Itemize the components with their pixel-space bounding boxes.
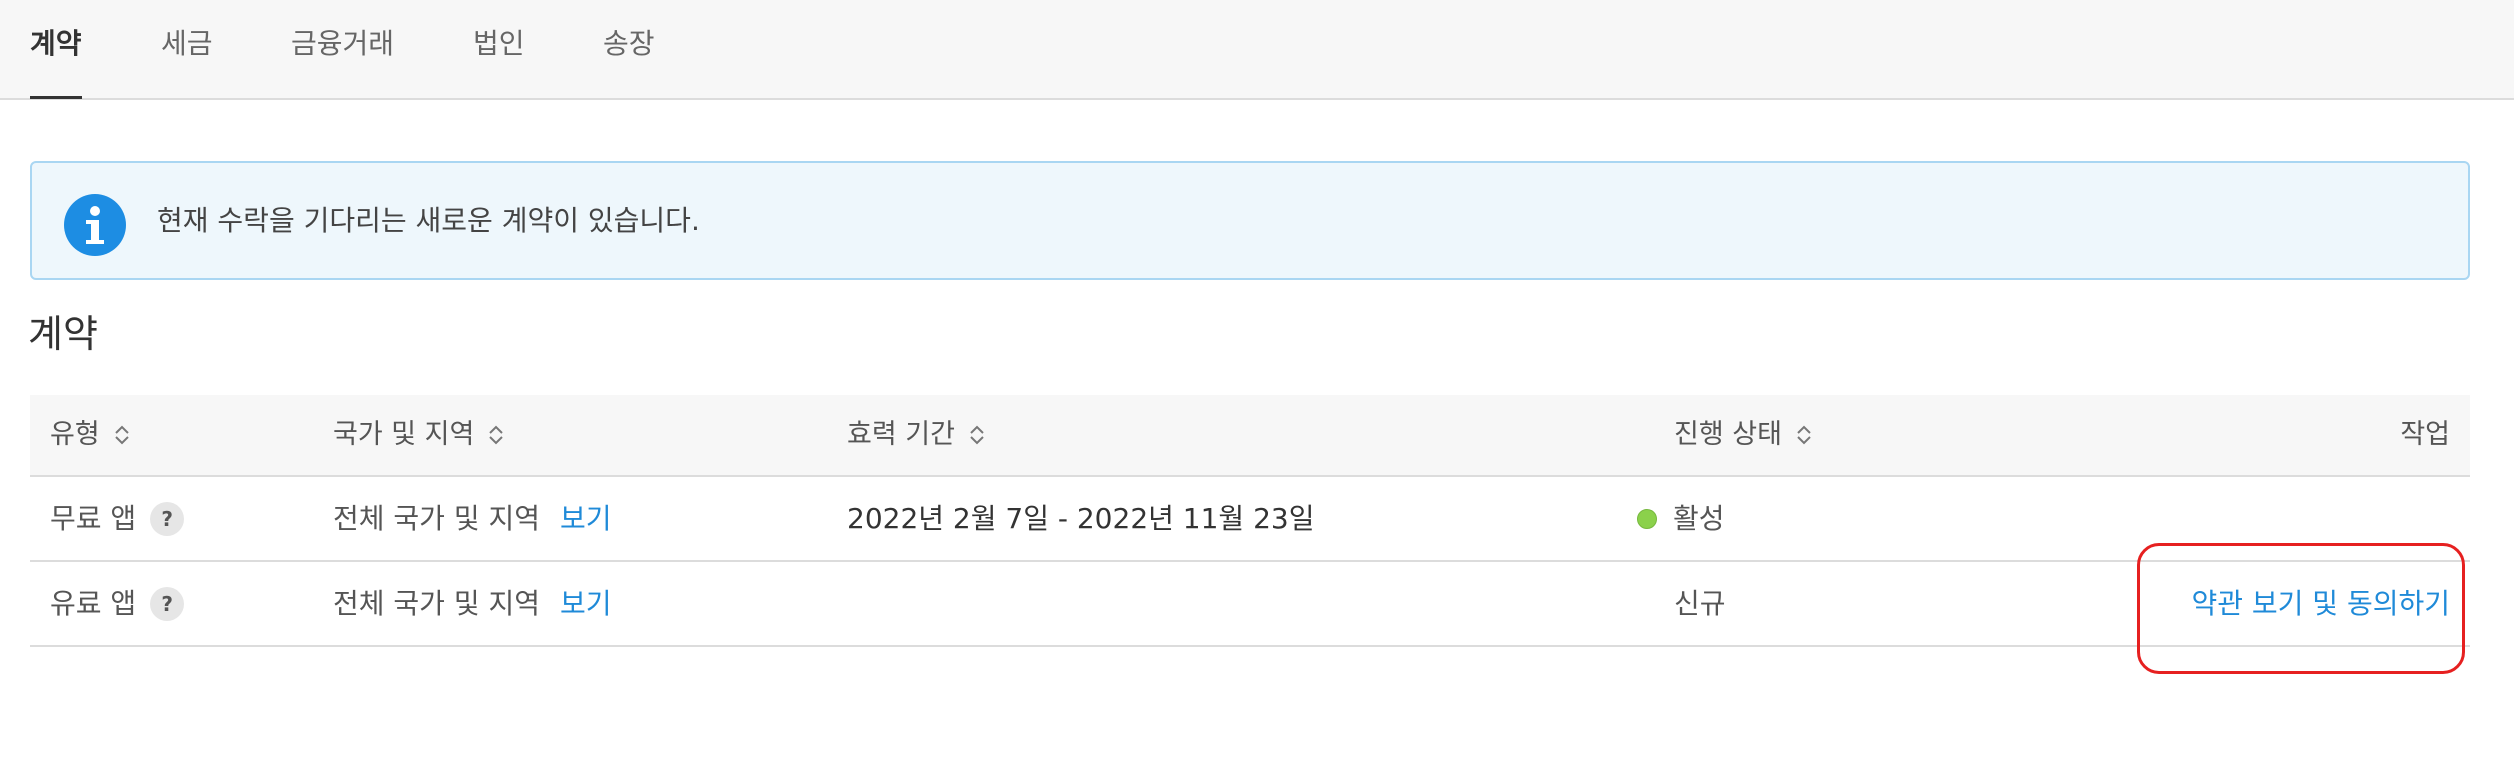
table-row: 유료 앱 ? 전체 국가 및 지역 보기 신규 약관 보기 및 동의하기 — [30, 562, 2470, 647]
column-header-type-label: 유형 — [50, 419, 100, 450]
cell-region: 전체 국가 및 지역 보기 — [333, 584, 612, 624]
tab-banking[interactable]: 금융거래 — [291, 24, 394, 64]
region-label: 전체 국가 및 지역 — [333, 587, 541, 620]
status-label: 활성 — [1673, 502, 1725, 535]
column-header-region[interactable]: 국가 및 지역 — [333, 415, 504, 455]
column-header-region-label: 국가 및 지역 — [333, 419, 475, 450]
cell-status: 신규 — [1674, 584, 1726, 624]
column-header-period[interactable]: 효력 기간 — [847, 415, 985, 455]
column-header-type[interactable]: 유형 — [50, 415, 130, 455]
sort-icon — [489, 425, 504, 445]
tab-bar: 계약 세금 금융거래 법인 송장 — [0, 0, 2514, 100]
view-regions-link[interactable]: 보기 — [560, 499, 612, 539]
column-header-period-label: 효력 기간 — [847, 419, 955, 450]
view-and-agree-terms-link[interactable]: 약관 보기 및 동의하기 — [2191, 584, 2450, 624]
tab-legal-entity[interactable]: 법인 — [473, 24, 525, 64]
table-row: 무료 앱 ? 전체 국가 및 지역 보기 2022년 2월 7일 - 2022년… — [30, 477, 2470, 562]
region-label: 전체 국가 및 지역 — [333, 502, 541, 535]
sort-icon — [1797, 425, 1811, 445]
cell-status: 활성 — [1637, 499, 1725, 539]
tab-contracts[interactable]: 계약 — [30, 24, 82, 64]
help-button[interactable]: ? — [150, 587, 185, 621]
status-dot-active — [1637, 509, 1657, 529]
contract-type-label: 무료 앱 — [50, 502, 137, 535]
sort-icon — [970, 425, 984, 445]
help-button[interactable]: ? — [150, 502, 185, 536]
page-title: 계약 — [28, 312, 98, 356]
alert-message: 현재 수락을 기다리는 새로운 계약이 있습니다. — [157, 204, 700, 237]
column-header-status-label: 진행 상태 — [1674, 419, 1782, 450]
info-icon — [64, 194, 126, 256]
column-header-action-label: 작업 — [2400, 419, 2450, 450]
tab-invoices[interactable]: 송장 — [603, 24, 655, 64]
column-header-status[interactable]: 진행 상태 — [1674, 415, 1812, 455]
cell-type: 유료 앱 ? — [50, 584, 185, 624]
column-header-action: 작업 — [2400, 415, 2450, 455]
info-alert: 현재 수락을 기다리는 새로운 계약이 있습니다. — [30, 161, 2470, 280]
table-header: 유형 국가 및 지역 효력 기간 진행 상태 작업 — [30, 395, 2470, 477]
cell-region: 전체 국가 및 지역 보기 — [333, 499, 612, 539]
cell-type: 무료 앱 ? — [50, 499, 185, 539]
cell-period: 2022년 2월 7일 - 2022년 11월 23일 — [847, 502, 1315, 535]
status-label: 신규 — [1674, 587, 1726, 620]
active-tab-indicator — [30, 96, 82, 99]
sort-icon — [114, 425, 129, 445]
contract-type-label: 유료 앱 — [50, 587, 137, 620]
tab-tax[interactable]: 세금 — [161, 24, 213, 64]
view-regions-link[interactable]: 보기 — [560, 584, 612, 624]
